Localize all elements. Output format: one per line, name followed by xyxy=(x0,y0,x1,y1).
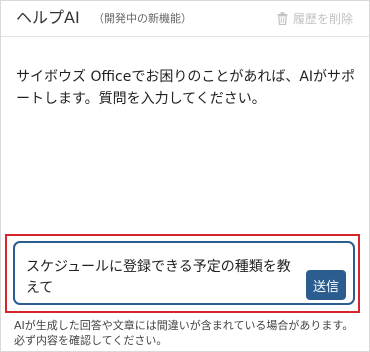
trash-icon xyxy=(277,11,288,25)
send-button[interactable]: 送信 xyxy=(306,270,346,300)
clear-history-button[interactable]: 履歴を削除 xyxy=(277,9,353,27)
panel-header: ヘルプAI （開発中の新機能） 履歴を削除 xyxy=(1,1,369,37)
clear-history-label: 履歴を削除 xyxy=(292,11,353,26)
assistant-message: サイボウズ Officeでお困りのことがあれば、AIがサポートします。質問を入力… xyxy=(16,69,356,107)
ai-disclaimer: AIが生成した回答や文章には間違いが含まれている場合があります。必ず内容を確認し… xyxy=(14,319,354,347)
panel-title: ヘルプAI xyxy=(16,8,80,27)
question-input-text[interactable]: スケジュールに登録できる予定の種類を教えて xyxy=(26,257,296,299)
help-ai-panel: ヘルプAI （開発中の新機能） 履歴を削除 サイボウズ Officeでお困りのこ… xyxy=(0,0,370,352)
question-input[interactable]: スケジュールに登録できる予定の種類を教えて 送信 xyxy=(13,241,355,305)
panel-subtitle: （開発中の新機能） xyxy=(93,12,192,25)
